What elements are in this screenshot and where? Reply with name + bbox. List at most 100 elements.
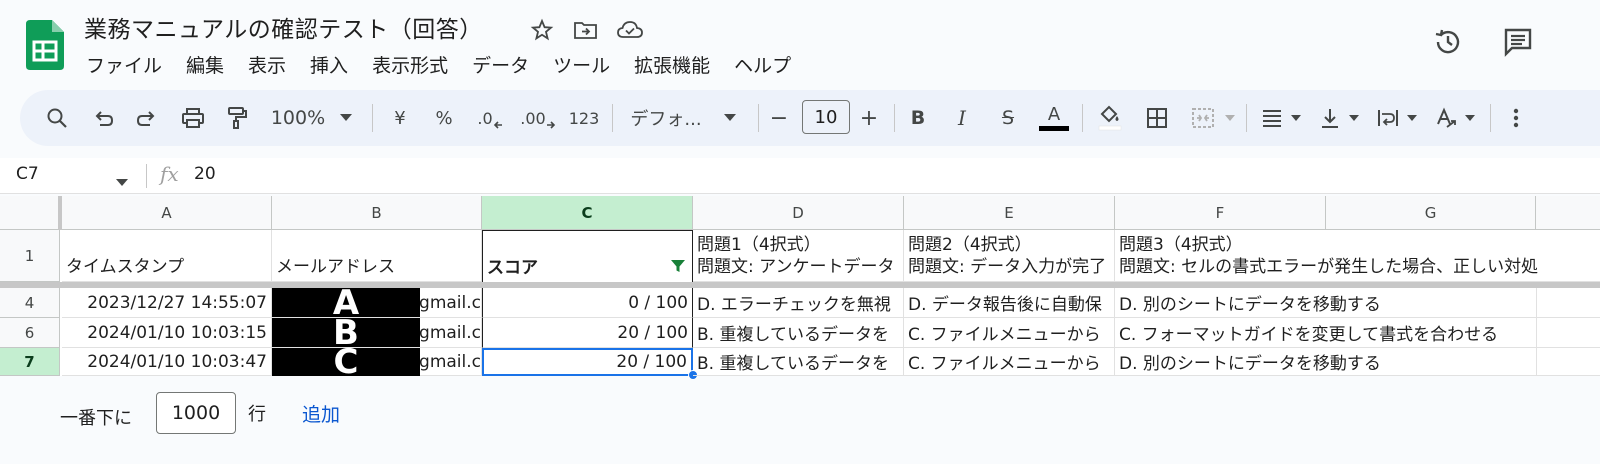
font-size-input[interactable]: 10 — [802, 100, 850, 134]
column-header-f[interactable]: F — [1115, 196, 1326, 230]
decrease-decimal-button[interactable]: .0 — [472, 100, 508, 136]
star-icon[interactable] — [528, 16, 556, 44]
cell-c6[interactable]: 20 / 100 — [482, 318, 693, 348]
font-dropdown-icon[interactable] — [720, 100, 740, 136]
cell-e7[interactable]: C. ファイルメニューから — [904, 348, 1115, 376]
menu-tools[interactable]: ツール — [541, 52, 622, 80]
menu-extensions[interactable]: 拡張機能 — [622, 52, 722, 80]
cloud-status-icon[interactable] — [616, 16, 644, 44]
move-folder-icon[interactable] — [572, 16, 600, 44]
cell-f6[interactable]: C. フォーマットガイドを変更して書式を合わせる — [1115, 318, 1536, 348]
column-header-b[interactable]: B — [272, 196, 482, 230]
column-header-e[interactable]: E — [904, 196, 1115, 230]
cell-f1[interactable]: 問題3（4択式） 問題文: セルの書式エラーが発生した場合、正しい対処 — [1115, 230, 1600, 282]
cell-d1[interactable]: 問題1（4択式） 問題文: アンケートデータ — [693, 230, 904, 282]
menu-edit[interactable]: 編集 — [174, 52, 236, 80]
currency-format-button[interactable]: ¥ — [386, 100, 414, 136]
cell-h6[interactable] — [1536, 318, 1600, 348]
wrap-dropdown-icon[interactable] — [1404, 100, 1420, 136]
italic-button[interactable]: I — [948, 100, 976, 136]
score-header-label: スコア — [487, 258, 538, 278]
add-rows-button[interactable]: 追加 — [302, 400, 340, 427]
cell-a7[interactable]: 2024/01/10 10:03:47 — [62, 348, 272, 376]
name-box-dropdown-icon[interactable] — [116, 172, 128, 191]
cell-a6[interactable]: 2024/01/10 10:03:15 — [62, 318, 272, 348]
column-header-d[interactable]: D — [693, 196, 904, 230]
formula-bar: C7 fx 20 — [0, 158, 1600, 194]
text-color-button[interactable]: A — [1038, 100, 1070, 136]
menu-insert[interactable]: 挿入 — [298, 52, 360, 80]
question3-title: 問題3（4択式） — [1119, 234, 1243, 255]
wrap-icon[interactable] — [1374, 100, 1402, 136]
menu-file[interactable]: ファイル — [74, 52, 174, 80]
zoom-select[interactable]: 100% — [268, 100, 328, 136]
redo-icon[interactable] — [132, 100, 162, 136]
menu-view[interactable]: 表示 — [236, 52, 298, 80]
cell-b1[interactable]: メールアドレス — [272, 230, 482, 282]
add-rows-unit: 行 — [248, 404, 266, 425]
align-dropdown-icon[interactable] — [1288, 100, 1304, 136]
cell-c4[interactable]: 0 / 100 — [482, 288, 693, 318]
row-header-1[interactable]: 1 — [0, 230, 60, 282]
row-header-7[interactable]: 7 — [0, 348, 60, 376]
increase-font-size-button[interactable]: + — [856, 100, 882, 136]
column-header-c[interactable]: C — [482, 196, 693, 230]
paint-format-icon[interactable] — [222, 100, 252, 136]
document-title[interactable]: 業務マニュアルの確認テスト（回答） — [84, 10, 483, 44]
add-rows-count-input[interactable]: 1000 — [156, 392, 236, 434]
valign-icon[interactable] — [1316, 100, 1344, 136]
rotate-dropdown-icon[interactable] — [1462, 100, 1478, 136]
borders-icon[interactable] — [1142, 100, 1172, 136]
cell-a1[interactable]: タイムスタンプ — [62, 230, 272, 282]
filter-icon[interactable] — [670, 258, 686, 274]
print-icon[interactable] — [178, 100, 208, 136]
menu-format[interactable]: 表示形式 — [360, 52, 460, 80]
name-box[interactable]: C7 — [16, 164, 39, 184]
bold-button[interactable]: B — [904, 100, 932, 136]
search-icon[interactable] — [42, 100, 72, 136]
undo-icon[interactable] — [88, 100, 118, 136]
cell-d6[interactable]: B. 重複しているデータを — [693, 318, 904, 348]
cell-d7[interactable]: B. 重複しているデータを — [693, 348, 904, 376]
row-header-6[interactable]: 6 — [0, 318, 60, 348]
cell-f7[interactable]: D. 別のシートにデータを移動する — [1115, 348, 1536, 376]
fill-color-icon[interactable] — [1094, 100, 1126, 136]
cell-e1[interactable]: 問題2（4択式） 問題文: データ入力が完了 — [904, 230, 1115, 282]
increase-decimal-button[interactable]: .00 — [518, 100, 558, 136]
row-header-4[interactable]: 4 — [0, 288, 60, 318]
toolbar-divider — [1246, 104, 1247, 132]
cell-e4[interactable]: D. データ報告後に自動保 — [904, 288, 1115, 318]
more-formats-button[interactable]: 123 — [564, 100, 604, 136]
menu-help[interactable]: ヘルプ — [722, 52, 803, 80]
column-header-g[interactable]: G — [1326, 196, 1536, 230]
history-icon[interactable] — [1430, 24, 1466, 60]
strikethrough-button[interactable]: S — [994, 100, 1022, 136]
comment-icon[interactable] — [1500, 24, 1536, 60]
font-family-select[interactable]: デフォ... — [626, 100, 706, 136]
cell-d4[interactable]: D. エラーチェックを無視 — [693, 288, 904, 318]
column-header-a[interactable]: A — [62, 196, 272, 230]
cell-h7[interactable] — [1536, 348, 1600, 376]
menu-data[interactable]: データ — [460, 52, 541, 80]
formula-input[interactable]: 20 — [194, 164, 216, 184]
align-icon[interactable] — [1258, 100, 1286, 136]
valign-dropdown-icon[interactable] — [1346, 100, 1362, 136]
cell-a4[interactable]: 2023/12/27 14:55:07 — [62, 288, 272, 318]
toolbar: 100% ¥ % .0 .00 123 デフォ... − 10 + B I S … — [20, 90, 1600, 146]
toolbar-divider — [894, 104, 895, 132]
text-color-swatch — [1039, 126, 1069, 131]
zoom-dropdown-icon[interactable] — [336, 100, 356, 136]
cell-e6[interactable]: C. ファイルメニューから — [904, 318, 1115, 348]
sheets-logo[interactable] — [26, 20, 64, 70]
percent-format-button[interactable]: % — [430, 100, 458, 136]
cell-c1[interactable]: スコア — [482, 230, 693, 282]
rotate-icon[interactable] — [1432, 100, 1460, 136]
cell-h4[interactable] — [1536, 288, 1600, 318]
cell-f4[interactable]: D. 別のシートにデータを移動する — [1115, 288, 1536, 318]
more-icon[interactable] — [1504, 100, 1528, 136]
cell-c7-selected[interactable]: 20 / 100 — [482, 348, 693, 376]
app-header: 業務マニュアルの確認テスト（回答） ファイル 編集 表示 挿入 表示形式 データ… — [0, 0, 1600, 88]
select-all-corner[interactable] — [0, 196, 60, 230]
decrease-font-size-button[interactable]: − — [766, 100, 792, 136]
column-header-h[interactable] — [1536, 196, 1600, 230]
